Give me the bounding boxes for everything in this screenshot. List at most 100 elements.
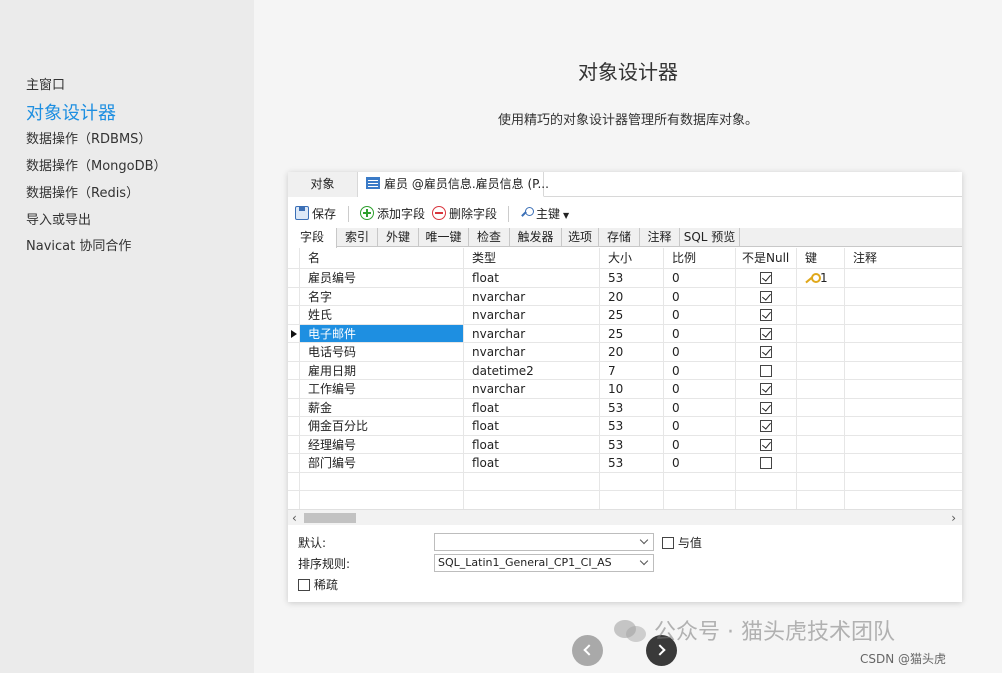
primary-key-button[interactable]: 主键 ▼ (519, 205, 569, 223)
tab-objects[interactable]: 对象 (288, 172, 358, 197)
cell-name[interactable]: 薪金 (300, 398, 464, 416)
cell-scale[interactable]: 0 (664, 343, 736, 361)
cell-type[interactable]: datetime2 (464, 361, 600, 379)
cell-key[interactable] (797, 454, 845, 472)
scrollbar-thumb[interactable] (304, 513, 356, 523)
not-null-checkbox[interactable] (760, 272, 772, 284)
collation-combo[interactable]: SQL_Latin1_General_CP1_CI_AS (434, 554, 654, 572)
cell-key[interactable] (797, 343, 845, 361)
subtab-fields[interactable]: 字段 (288, 228, 337, 248)
cell-size[interactable]: 53 (600, 454, 664, 472)
not-null-checkbox[interactable] (760, 327, 772, 340)
column-header-size[interactable]: 大小 (600, 248, 664, 268)
table-row[interactable]: 名字 nvarchar 20 0 (288, 287, 962, 306)
table-row[interactable]: 佣金百分比 float 53 0 (288, 417, 962, 436)
save-button[interactable]: 保存 (295, 205, 336, 223)
column-header-comment[interactable]: 注释 (845, 248, 962, 268)
cell-not-null[interactable] (736, 343, 797, 361)
cell-size[interactable]: 53 (600, 398, 664, 416)
scroll-right-icon[interactable]: › (951, 511, 956, 525)
subtab-unique-keys[interactable]: 唯一键 (419, 228, 469, 247)
column-header-key[interactable]: 键 (797, 248, 845, 268)
row-marker[interactable] (288, 361, 300, 379)
cell-size[interactable]: 20 (600, 343, 664, 361)
not-null-checkbox[interactable] (760, 364, 772, 377)
subtab-options[interactable]: 选项 (562, 228, 599, 247)
cell-type[interactable]: nvarchar (464, 324, 600, 342)
cell-type[interactable]: nvarchar (464, 343, 600, 361)
cell-name[interactable]: 工作编号 (300, 380, 464, 398)
table-row[interactable]: 部门编号 float 53 0 (288, 454, 962, 473)
cell-type[interactable]: float (464, 454, 600, 472)
row-marker[interactable] (288, 380, 300, 398)
cell-name[interactable]: 经理编号 (300, 435, 464, 453)
column-header-not-null[interactable]: 不是Null (736, 248, 797, 268)
table-row[interactable]: 经理编号 float 53 0 (288, 435, 962, 454)
cell-key[interactable] (797, 435, 845, 453)
row-marker[interactable] (288, 306, 300, 324)
cell-type[interactable]: float (464, 269, 600, 287)
cell-not-null[interactable] (736, 269, 797, 287)
cell-size[interactable]: 53 (600, 269, 664, 287)
not-null-checkbox[interactable] (760, 309, 772, 321)
cell-comment[interactable] (845, 306, 962, 324)
column-header-name[interactable]: 名 (300, 248, 464, 268)
cell-comment[interactable] (845, 417, 962, 435)
cell-key[interactable] (797, 380, 845, 398)
cell-comment[interactable] (845, 436, 962, 454)
not-null-checkbox[interactable] (760, 420, 772, 432)
subtab-comments[interactable]: 注释 (640, 228, 680, 247)
cell-name[interactable]: 佣金百分比 (300, 417, 464, 435)
cell-not-null[interactable] (736, 435, 797, 453)
cell-comment[interactable] (845, 380, 962, 398)
cell-scale[interactable]: 0 (664, 324, 736, 342)
checkbox[interactable] (662, 537, 674, 549)
cell-name[interactable]: 雇员编号 (300, 269, 464, 287)
table-row[interactable]: 雇用日期 datetime2 7 0 (288, 361, 962, 380)
cell-name[interactable]: 名字 (300, 287, 464, 305)
sidebar-item-data-redis[interactable]: 数据操作（Redis） (26, 182, 139, 201)
add-field-button[interactable]: 添加字段 (360, 205, 425, 223)
not-null-checkbox[interactable] (760, 383, 772, 395)
sparse-checkbox[interactable]: 稀疏 (298, 576, 338, 593)
cell-not-null[interactable] (736, 306, 797, 324)
row-marker[interactable] (288, 287, 300, 305)
not-null-checkbox[interactable] (760, 346, 772, 358)
not-null-checkbox[interactable] (760, 438, 772, 451)
subtab-checks[interactable]: 检查 (469, 228, 510, 247)
cell-type[interactable]: nvarchar (464, 306, 600, 324)
cell-name[interactable]: 姓氏 (300, 306, 464, 324)
cell-key[interactable] (797, 361, 845, 379)
cell-comment[interactable] (845, 343, 962, 361)
subtab-sql-preview[interactable]: SQL 预览 (680, 228, 740, 247)
not-null-checkbox[interactable] (760, 457, 772, 469)
row-marker[interactable] (288, 417, 300, 435)
table-row[interactable]: 姓氏 nvarchar 25 0 (288, 306, 962, 325)
row-marker[interactable] (288, 435, 300, 453)
cell-key[interactable] (797, 306, 845, 324)
cell-name[interactable]: 雇用日期 (300, 361, 464, 379)
row-marker[interactable] (288, 269, 300, 287)
cell-comment[interactable] (845, 325, 962, 343)
cell-scale[interactable]: 0 (664, 287, 736, 305)
cell-size[interactable]: 10 (600, 380, 664, 398)
cell-comment[interactable] (845, 399, 962, 417)
cell-type[interactable]: nvarchar (464, 287, 600, 305)
cell-scale[interactable]: 0 (664, 306, 736, 324)
cell-size[interactable]: 20 (600, 287, 664, 305)
row-marker[interactable] (288, 398, 300, 416)
cell-size[interactable]: 25 (600, 324, 664, 342)
cell-key[interactable] (797, 398, 845, 416)
cell-comment[interactable] (845, 269, 962, 287)
cell-key[interactable] (797, 324, 845, 342)
cell-type[interactable]: float (464, 417, 600, 435)
cell-size[interactable]: 25 (600, 306, 664, 324)
cell-name[interactable]: 电子邮件 (300, 324, 464, 342)
scroll-left-icon[interactable]: ‹ (292, 511, 297, 525)
cell-name[interactable]: 电话号码 (300, 343, 464, 361)
cell-type[interactable]: float (464, 398, 600, 416)
cell-scale[interactable]: 0 (664, 454, 736, 472)
table-row[interactable]: 薪金 float 53 0 (288, 398, 962, 417)
cell-name[interactable]: 部门编号 (300, 454, 464, 472)
horizontal-scrollbar[interactable]: ‹ › (288, 509, 962, 525)
